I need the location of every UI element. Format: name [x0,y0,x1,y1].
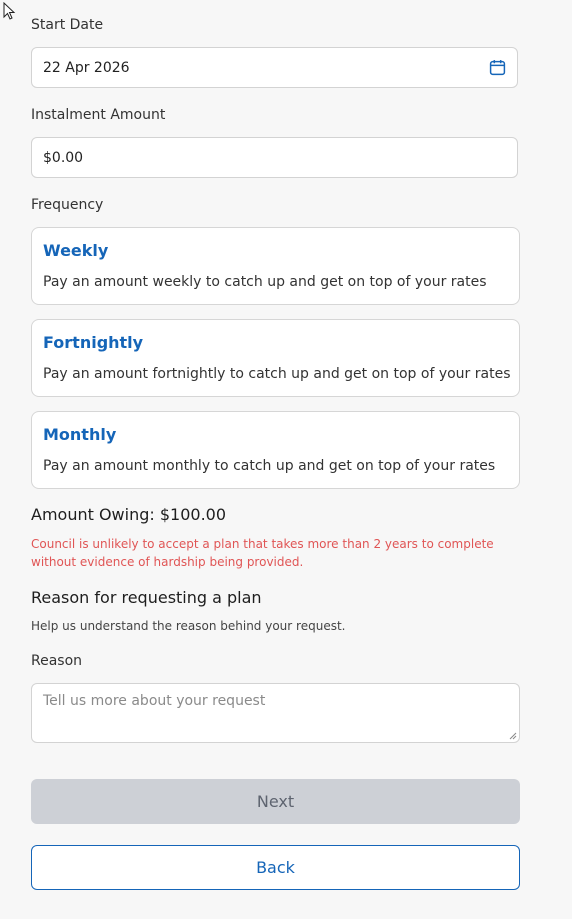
frequency-option-monthly[interactable]: Monthly Pay an amount monthly to catch u… [31,411,520,489]
frequency-option-description: Pay an amount weekly to catch up and get… [43,274,487,290]
start-date-value: 22 Apr 2026 [43,59,130,76]
calendar-icon[interactable] [489,59,506,76]
mouse-cursor-icon [3,2,16,20]
reason-textarea[interactable]: Tell us more about your request [31,683,520,743]
reason-placeholder: Tell us more about your request [43,693,266,709]
frequency-option-description: Pay an amount monthly to catch up and ge… [43,458,496,474]
frequency-option-title: Monthly [43,425,117,444]
instalment-amount-value: $0.00 [43,149,84,166]
reason-helper-text: Help us understand the reason behind you… [31,619,346,633]
start-date-label: Start Date [31,17,104,33]
frequency-option-fortnightly[interactable]: Fortnightly Pay an amount fortnightly to… [31,319,520,397]
payment-plan-page: Start Date 22 Apr 2026 Instalment Amount… [0,0,572,919]
frequency-option-title: Fortnightly [43,333,144,352]
instalment-amount-label: Instalment Amount [31,107,166,123]
frequency-option-weekly[interactable]: Weekly Pay an amount weekly to catch up … [31,227,520,305]
next-button[interactable]: Next [31,779,520,824]
hardship-warning: Council is unlikely to accept a plan tha… [31,537,494,569]
frequency-option-description: Pay an amount fortnightly to catch up an… [43,366,511,382]
start-date-field[interactable]: 22 Apr 2026 [31,47,518,88]
reason-label: Reason [31,653,83,669]
back-button[interactable]: Back [31,845,520,890]
frequency-option-title: Weekly [43,241,109,260]
resize-grip-icon[interactable] [509,732,517,740]
instalment-amount-field[interactable]: $0.00 [31,137,518,178]
amount-owing: Amount Owing: $100.00 [31,505,227,524]
reason-section-title: Reason for requesting a plan [31,588,262,607]
frequency-label: Frequency [31,197,104,213]
